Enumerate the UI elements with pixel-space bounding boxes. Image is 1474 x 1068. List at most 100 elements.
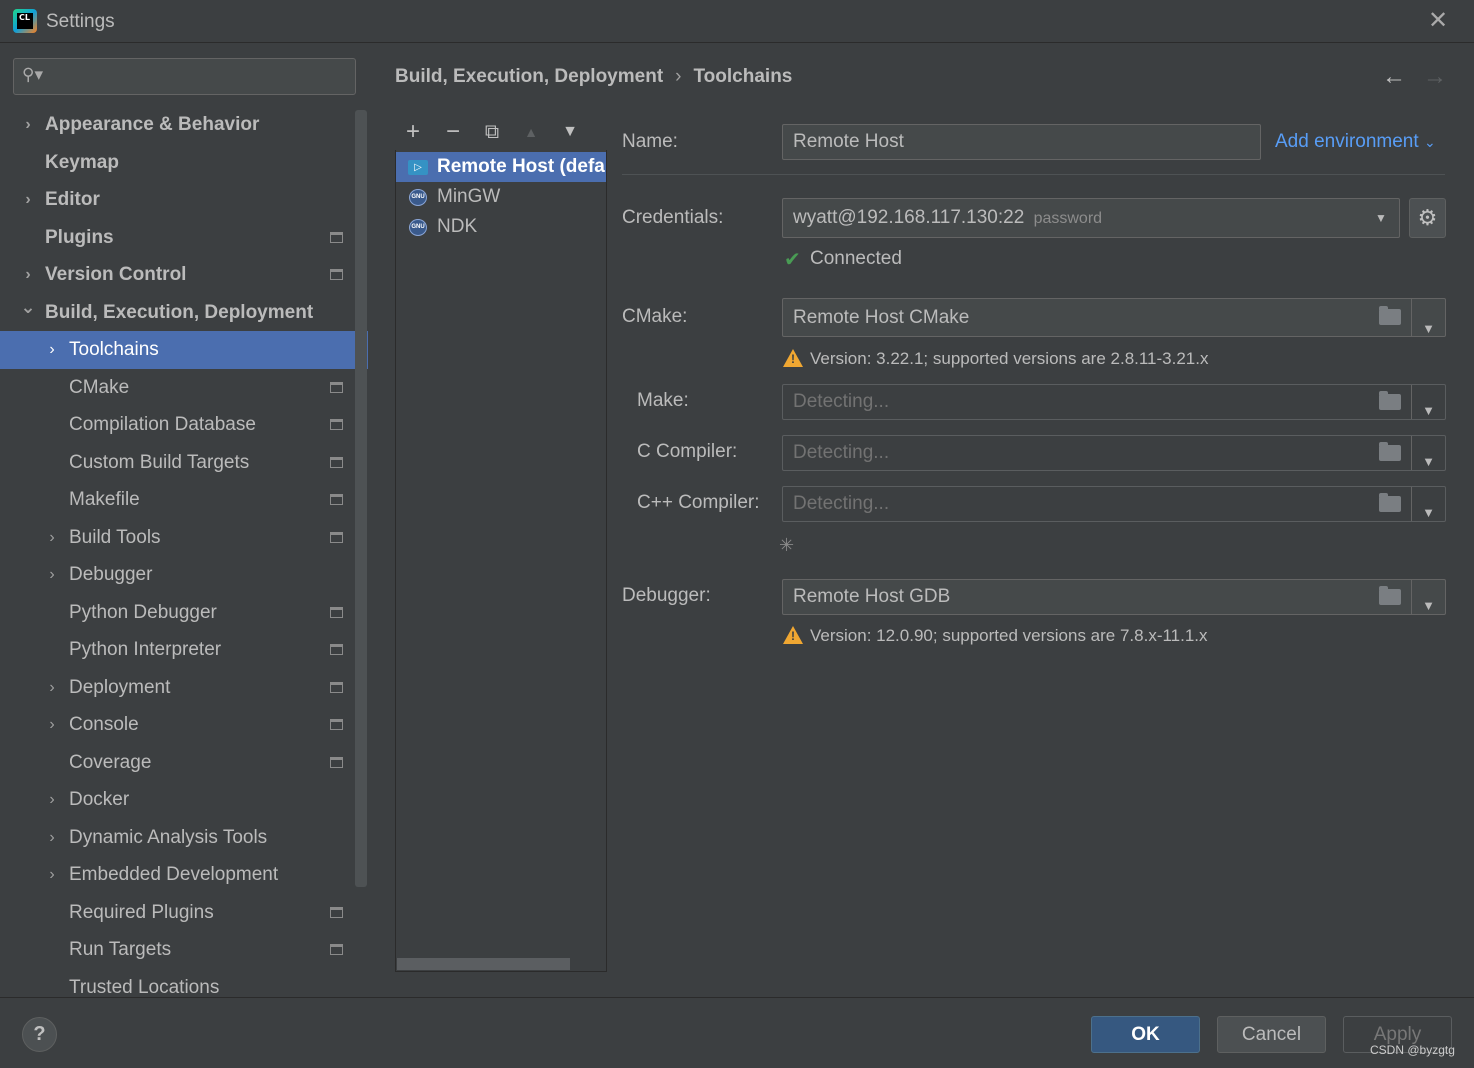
chevron-down-icon[interactable]: ▼ bbox=[1369, 199, 1393, 237]
sidebar-item[interactable]: Python Interpreter bbox=[0, 631, 368, 669]
toolchain-label: MinGW bbox=[437, 186, 501, 207]
sidebar-item[interactable]: › Console bbox=[0, 706, 368, 744]
debugger-value: Remote Host GDB bbox=[793, 586, 951, 607]
cpp-compiler-label: C++ Compiler: bbox=[637, 492, 760, 513]
chevron-right-icon[interactable]: › bbox=[20, 106, 36, 144]
close-icon[interactable]: ✕ bbox=[1424, 8, 1452, 36]
toolchain-item[interactable]: ▷ Remote Host (defa bbox=[396, 152, 606, 182]
gear-icon[interactable]: ⚙ bbox=[1409, 198, 1446, 238]
form-separator bbox=[622, 174, 1445, 175]
copy-toolchain-button[interactable]: ⧉ bbox=[478, 118, 506, 146]
chevron-right-icon[interactable]: › bbox=[44, 856, 60, 894]
sidebar-item[interactable]: › Version Control bbox=[0, 256, 368, 294]
sidebar-item[interactable]: › Toolchains bbox=[0, 331, 368, 369]
sidebar-item[interactable]: › Deployment bbox=[0, 669, 368, 707]
cpp-compiler-value: Detecting... bbox=[793, 493, 890, 514]
help-button[interactable]: ? bbox=[22, 1017, 57, 1052]
forward-arrow-icon[interactable]: → bbox=[1423, 63, 1447, 91]
search-input[interactable] bbox=[54, 63, 344, 90]
breadcrumb-parent[interactable]: Build, Execution, Deployment bbox=[395, 66, 663, 87]
sidebar-item[interactable]: › Docker bbox=[0, 781, 368, 819]
make-combo[interactable]: Detecting... ▼ bbox=[782, 384, 1446, 420]
sidebar-item[interactable]: Required Plugins bbox=[0, 894, 368, 932]
sidebar-item[interactable]: Python Debugger bbox=[0, 594, 368, 632]
sidebar-item-label: Trusted Locations bbox=[69, 976, 220, 998]
sidebar-item[interactable]: ⌄ Build, Execution, Deployment bbox=[0, 294, 368, 332]
chevron-down-icon[interactable]: ▼ bbox=[1411, 487, 1445, 521]
cancel-button[interactable]: Cancel bbox=[1217, 1016, 1326, 1053]
ok-button[interactable]: OK bbox=[1091, 1016, 1200, 1053]
folder-icon[interactable] bbox=[1371, 436, 1411, 470]
search-icon[interactable]: ⚲▾ bbox=[22, 65, 52, 89]
sidebar-item[interactable]: Custom Build Targets bbox=[0, 444, 368, 482]
cpp-compiler-combo[interactable]: Detecting... ▼ bbox=[782, 486, 1446, 522]
settings-sidebar: ⚲▾ › Appearance & Behavior Keymap › Editor Pl… bbox=[0, 44, 368, 997]
sidebar-item[interactable]: Run Targets bbox=[0, 931, 368, 969]
cmake-combo[interactable]: Remote Host CMake ▼ bbox=[782, 298, 1446, 337]
project-scope-icon bbox=[330, 606, 343, 618]
sidebar-item[interactable]: › Editor bbox=[0, 181, 368, 219]
toolchain-label: NDK bbox=[437, 216, 478, 237]
chevron-right-icon[interactable]: › bbox=[44, 706, 60, 744]
chevron-right-icon[interactable]: › bbox=[44, 819, 60, 857]
project-scope-icon bbox=[330, 381, 343, 393]
sidebar-item[interactable]: Trusted Locations bbox=[0, 969, 368, 998]
remove-toolchain-button[interactable]: − bbox=[439, 118, 467, 146]
chevron-right-icon[interactable]: › bbox=[44, 781, 60, 819]
sidebar-item-label: Editor bbox=[45, 189, 100, 210]
credentials-combo[interactable]: wyatt@192.168.117.130:22 password ▼ bbox=[782, 198, 1400, 238]
chevron-down-icon[interactable]: ▼ bbox=[1411, 436, 1445, 470]
debugger-combo[interactable]: Remote Host GDB ▼ bbox=[782, 579, 1446, 615]
cmake-version-warning: Version: 3.22.1; supported versions are … bbox=[810, 349, 1209, 368]
sidebar-item[interactable]: Coverage bbox=[0, 744, 368, 782]
folder-icon[interactable] bbox=[1371, 299, 1411, 336]
folder-icon[interactable] bbox=[1371, 580, 1411, 614]
chevron-right-icon[interactable]: › bbox=[44, 331, 60, 369]
sidebar-item-label: Makefile bbox=[69, 489, 140, 510]
c-compiler-combo[interactable]: Detecting... ▼ bbox=[782, 435, 1446, 471]
back-arrow-icon[interactable]: ← bbox=[1382, 63, 1406, 91]
sidebar-item-label: Debugger bbox=[69, 564, 153, 585]
toolchain-item[interactable]: GNU MinGW bbox=[396, 182, 606, 212]
sidebar-item[interactable]: Makefile bbox=[0, 481, 368, 519]
sidebar-item[interactable]: › Dynamic Analysis Tools bbox=[0, 819, 368, 857]
sidebar-item-label: Compilation Database bbox=[69, 414, 256, 435]
settings-tree: › Appearance & Behavior Keymap › Editor Plugi… bbox=[0, 106, 368, 997]
sidebar-item-label: Deployment bbox=[69, 676, 171, 698]
sidebar-item[interactable]: › Embedded Development bbox=[0, 856, 368, 894]
folder-icon[interactable] bbox=[1371, 487, 1411, 521]
search-field[interactable]: ⚲▾ bbox=[13, 58, 356, 95]
sidebar-item-label: Appearance & Behavior bbox=[45, 114, 260, 135]
move-down-button[interactable]: ▼ bbox=[556, 118, 584, 146]
add-environment-link[interactable]: Add environment ⌄ bbox=[1275, 131, 1436, 153]
move-up-button[interactable]: ▲ bbox=[517, 118, 545, 146]
chevron-down-icon[interactable]: ▼ bbox=[1411, 299, 1445, 336]
sidebar-item-label: Build, Execution, Deployment bbox=[45, 301, 314, 323]
toolchains-list-scrollbar[interactable] bbox=[397, 958, 570, 970]
chevron-down-icon[interactable]: ▼ bbox=[1411, 580, 1445, 614]
chevron-right-icon[interactable]: › bbox=[44, 669, 60, 707]
project-scope-icon bbox=[330, 644, 343, 655]
chevron-down-icon[interactable]: ▼ bbox=[1411, 385, 1445, 419]
sidebar-item[interactable]: › Debugger bbox=[0, 556, 368, 594]
project-scope-icon bbox=[330, 944, 343, 955]
sidebar-item-label: Python Interpreter bbox=[69, 639, 222, 660]
sidebar-item[interactable]: Plugins bbox=[0, 219, 368, 257]
toolchain-item[interactable]: GNU NDK bbox=[396, 212, 606, 242]
chevron-down-icon[interactable]: ⌄ bbox=[20, 289, 36, 327]
sidebar-item[interactable]: CMake bbox=[0, 369, 368, 407]
name-field[interactable]: Remote Host bbox=[782, 124, 1261, 160]
folder-icon[interactable] bbox=[1371, 385, 1411, 419]
project-scope-icon bbox=[330, 719, 343, 730]
add-toolchain-button[interactable]: + bbox=[399, 118, 427, 146]
chevron-right-icon[interactable]: › bbox=[44, 519, 60, 557]
chevron-right-icon[interactable]: › bbox=[20, 181, 36, 219]
sidebar-item[interactable]: › Appearance & Behavior bbox=[0, 106, 368, 144]
sidebar-item[interactable]: Compilation Database bbox=[0, 406, 368, 444]
sidebar-item[interactable]: › Build Tools bbox=[0, 519, 368, 557]
chevron-right-icon[interactable]: › bbox=[44, 556, 60, 594]
sidebar-item[interactable]: Keymap bbox=[0, 144, 368, 182]
gnu-icon: GNU bbox=[409, 219, 427, 236]
sidebar-scrollbar[interactable] bbox=[355, 110, 367, 887]
breadcrumb-separator: › bbox=[675, 66, 682, 87]
